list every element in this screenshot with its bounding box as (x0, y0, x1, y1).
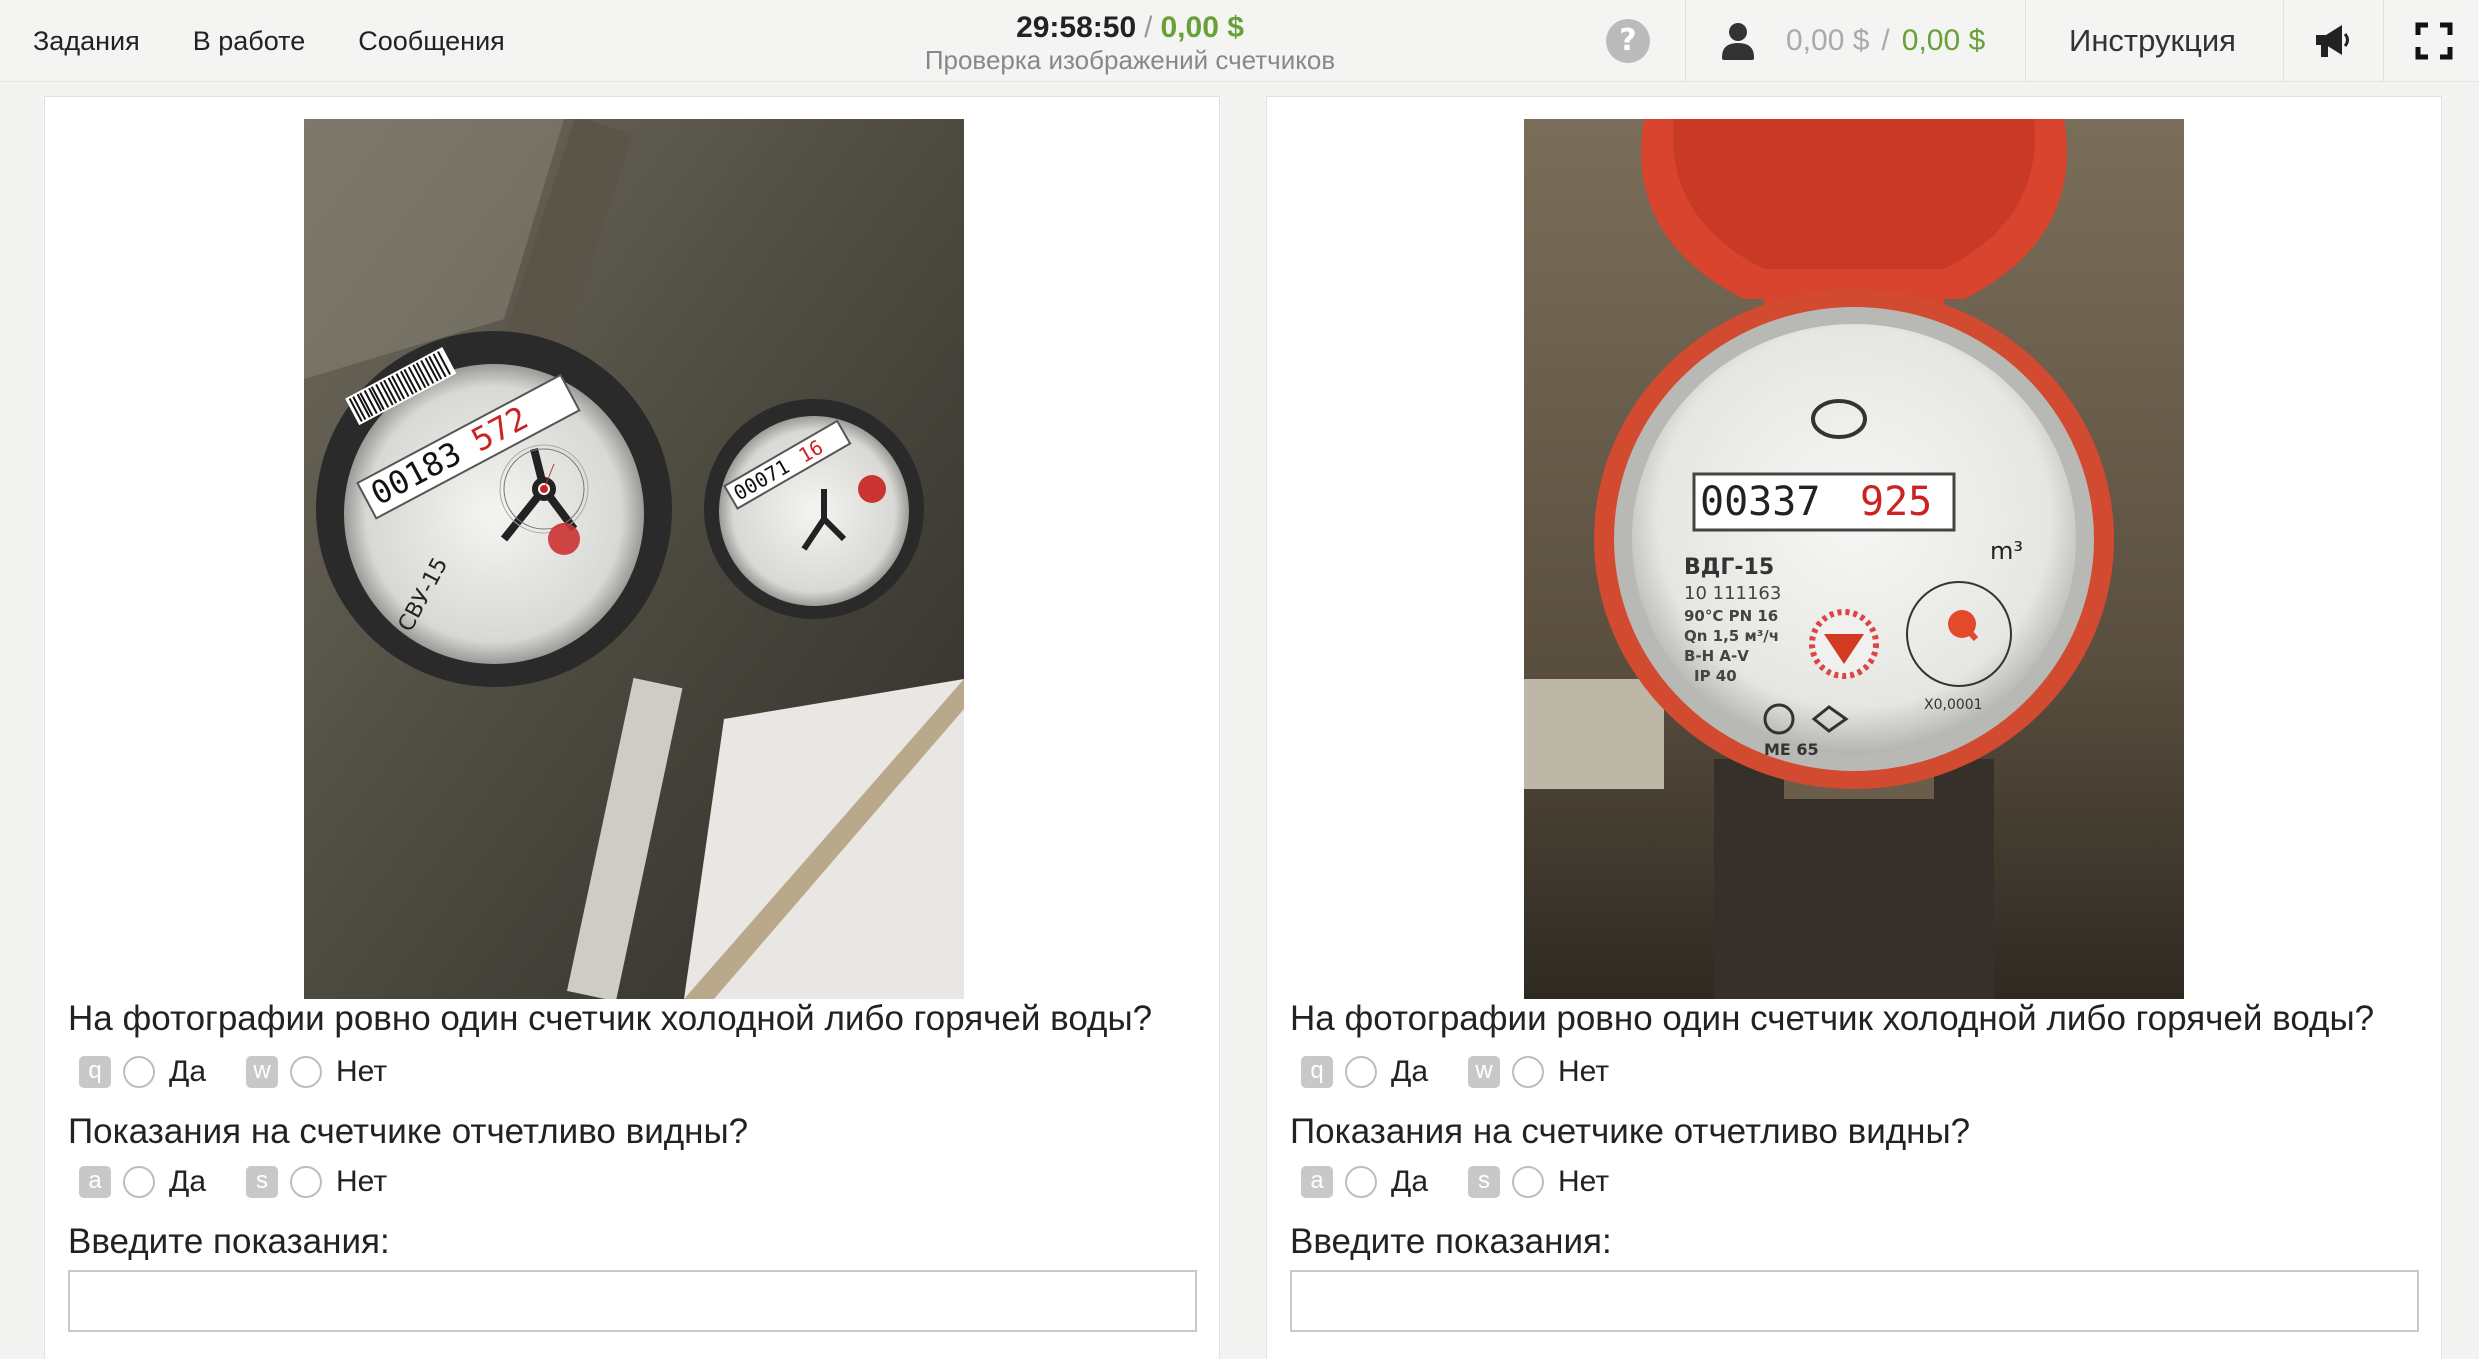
photo-mark: МЕ 65 (1764, 740, 1819, 759)
single-meter-yes-option[interactable]: q Да (1301, 1055, 1428, 1089)
meter-photo-1: 00183 572 СВУ-15 00071 16 (304, 119, 964, 999)
photo-factor: X0,0001 (1924, 697, 1983, 713)
radio-no[interactable] (1512, 1166, 1545, 1198)
reading-input[interactable] (68, 1270, 1197, 1332)
nav-in-progress[interactable]: В работе (193, 26, 306, 57)
option-label: Да (169, 1165, 207, 1198)
balance-separator: / (1881, 24, 1890, 57)
meter-photo-2-image: 00337 925 m³ ВДГ-15 10 111163 90°C PN 16… (1524, 119, 2184, 999)
radio-yes[interactable] (1345, 1166, 1377, 1198)
reading-prompt: Введите показания: (68, 1222, 390, 1261)
balance[interactable]: 0,00 $ / 0,00 $ (1720, 0, 1985, 82)
radio-yes[interactable] (123, 1056, 155, 1088)
megaphone-icon[interactable] (2312, 22, 2352, 60)
option-label: Да (1391, 1055, 1429, 1088)
radio-no[interactable] (290, 1166, 323, 1198)
divider (1685, 0, 1686, 82)
question-icon[interactable]: ? (1606, 19, 1650, 63)
photo-serial: 10 111163 (1684, 583, 1781, 604)
photo-reading-red: 925 (1860, 479, 1932, 525)
main-nav: Задания В работе Сообщения (0, 0, 525, 82)
hotkey-badge: q (79, 1056, 111, 1088)
divider (2383, 0, 2384, 82)
radio-no[interactable] (290, 1056, 323, 1088)
timer: 29:58:50 (1016, 11, 1137, 44)
hotkey-badge: w (246, 1056, 279, 1088)
option-label: Нет (336, 1165, 388, 1198)
task-card-2: 00337 925 m³ ВДГ-15 10 111163 90°C PN 16… (1266, 96, 2442, 1359)
question-single-meter: На фотографии ровно один счетчик холодно… (68, 999, 1153, 1038)
option-label: Да (1391, 1165, 1429, 1198)
single-meter-yes-option[interactable]: q Да (79, 1055, 206, 1089)
readable-options: a Да s Нет (1301, 1165, 1649, 1199)
divider (2283, 0, 2284, 82)
hotkey-badge: s (246, 1166, 279, 1198)
fullscreen-icon[interactable] (2415, 22, 2453, 60)
option-label: Нет (1558, 1055, 1610, 1088)
question-single-meter: На фотографии ровно один счетчик холодно… (1290, 999, 2375, 1038)
meter-photo-1-image: 00183 572 СВУ-15 00071 16 (304, 119, 964, 999)
user-icon (1722, 23, 1754, 60)
photo-spec-1: 90°C PN 16 (1684, 607, 1778, 625)
instructions-button[interactable]: Инструкция (2025, 0, 2280, 82)
radio-yes[interactable] (123, 1166, 155, 1198)
photo-spec-2: Qn 1,5 м³/ч (1684, 627, 1779, 645)
radio-yes[interactable] (1345, 1056, 1377, 1088)
readable-no-option[interactable]: s Нет (1468, 1165, 1609, 1199)
photo-model: ВДГ-15 (1684, 555, 1774, 580)
readable-yes-option[interactable]: a Да (1301, 1165, 1428, 1199)
photo-spec-3: В-Н А-V (1684, 647, 1749, 665)
question-readable: Показания на счетчике отчетливо видны? (1290, 1112, 1971, 1151)
hotkey-badge: q (1301, 1056, 1333, 1088)
hotkey-badge: a (79, 1166, 111, 1198)
balance-available: 0,00 $ (1901, 24, 1986, 57)
photo-spec-4: IP 40 (1694, 667, 1737, 685)
single-meter-no-option[interactable]: w Нет (246, 1055, 387, 1089)
reading-prompt: Введите показания: (1290, 1222, 1612, 1261)
timer-separator: / (1144, 11, 1153, 44)
single-meter-options: q Да w Нет (1301, 1055, 1649, 1089)
meter-photo-2: 00337 925 m³ ВДГ-15 10 111163 90°C PN 16… (1524, 119, 2184, 999)
readable-yes-option[interactable]: a Да (79, 1165, 206, 1199)
nav-tasks[interactable]: Задания (33, 26, 140, 57)
readable-no-option[interactable]: s Нет (246, 1165, 387, 1199)
option-label: Нет (1558, 1165, 1610, 1198)
task-info: 29:58:50/0,00 $ Проверка изображений сче… (830, 8, 1430, 74)
hotkey-badge: s (1468, 1166, 1501, 1198)
question-readable: Показания на счетчике отчетливо видны? (68, 1112, 749, 1151)
photo-unit: m³ (1990, 537, 2023, 565)
readable-options: a Да s Нет (79, 1165, 427, 1199)
top-bar: Задания В работе Сообщения 29:58:50/0,00… (0, 0, 2479, 82)
timer-line: 29:58:50/0,00 $ (830, 8, 1430, 48)
option-label: Да (169, 1055, 207, 1088)
hotkey-badge: a (1301, 1166, 1333, 1198)
photo-reading-black: 00337 (1700, 479, 1820, 525)
nav-messages[interactable]: Сообщения (358, 26, 505, 57)
reading-input[interactable] (1290, 1270, 2419, 1332)
task-card-1: 00183 572 СВУ-15 00071 16 На фотографии (44, 96, 1220, 1359)
task-earnings: 0,00 $ (1160, 11, 1244, 44)
balance-pending: 0,00 $ (1786, 24, 1870, 57)
project-title: Проверка изображений счетчиков (924, 45, 1336, 75)
hotkey-badge: w (1468, 1056, 1501, 1088)
option-label: Нет (336, 1055, 388, 1088)
single-meter-no-option[interactable]: w Нет (1468, 1055, 1609, 1089)
radio-no[interactable] (1512, 1056, 1545, 1088)
single-meter-options: q Да w Нет (79, 1055, 427, 1089)
